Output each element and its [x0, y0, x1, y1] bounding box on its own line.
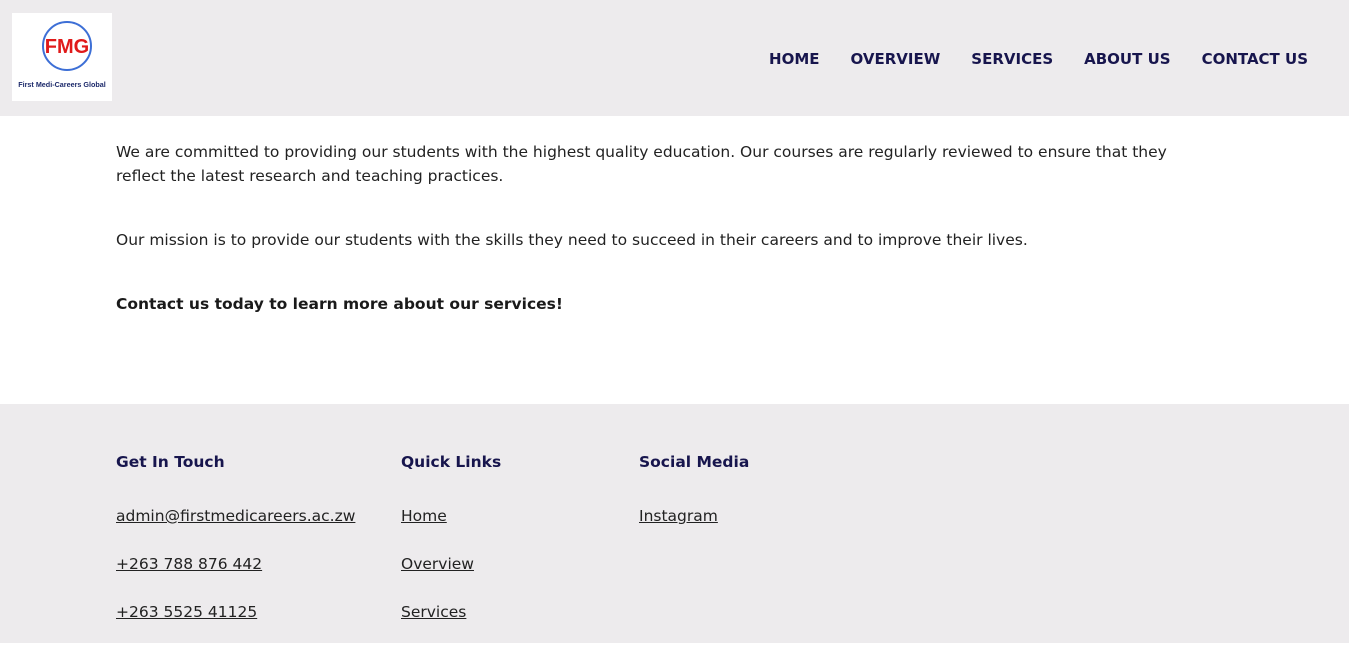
logo-subtitle: First Medi-Careers Global: [18, 80, 105, 89]
nav-overview[interactable]: OVERVIEW: [851, 50, 941, 68]
nav-contact-us[interactable]: CONTACT US: [1202, 50, 1308, 68]
site-header: FMG First Medi-Careers Global HOME OVERV…: [0, 0, 1349, 116]
commitment-paragraph: We are committed to providing our studen…: [116, 143, 1167, 185]
phone-link-2[interactable]: +263 5525 41125: [116, 600, 355, 624]
site-footer: Get In Touch admin@firstmedicareers.ac.z…: [0, 404, 1349, 643]
footer-get-in-touch: Get In Touch admin@firstmedicareers.ac.z…: [116, 450, 355, 648]
footer-link-overview[interactable]: Overview: [401, 552, 501, 576]
main-nav: HOME OVERVIEW SERVICES ABOUT US CONTACT …: [769, 48, 1308, 70]
footer-link-home[interactable]: Home: [401, 504, 501, 528]
logo-emblem-icon: FMG First Medi-Careers Global: [18, 21, 106, 89]
footer-link-services[interactable]: Services: [401, 600, 501, 624]
footer-heading-get-in-touch: Get In Touch: [116, 453, 225, 471]
email-link[interactable]: admin@firstmedicareers.ac.zw: [116, 504, 355, 528]
footer-quick-links: Quick Links Home Overview Services: [401, 450, 501, 648]
fmg-logo[interactable]: FMG First Medi-Careers Global: [12, 13, 112, 101]
phone-link-1[interactable]: +263 788 876 442: [116, 552, 355, 576]
main-content: We are committed to providing our studen…: [0, 116, 1349, 404]
mission-paragraph: Our mission is to provide our students w…: [116, 231, 1028, 249]
footer-heading-quick-links: Quick Links: [401, 453, 502, 471]
logo-text: FMG: [45, 36, 89, 58]
nav-about-us[interactable]: ABOUT US: [1084, 50, 1170, 68]
nav-home[interactable]: HOME: [769, 50, 819, 68]
nav-services[interactable]: SERVICES: [971, 50, 1053, 68]
footer-social-media: Social Media Instagram: [639, 450, 749, 552]
cta-text: Contact us today to learn more about our…: [116, 295, 563, 313]
instagram-link[interactable]: Instagram: [639, 504, 749, 528]
footer-heading-social-media: Social Media: [639, 453, 750, 471]
